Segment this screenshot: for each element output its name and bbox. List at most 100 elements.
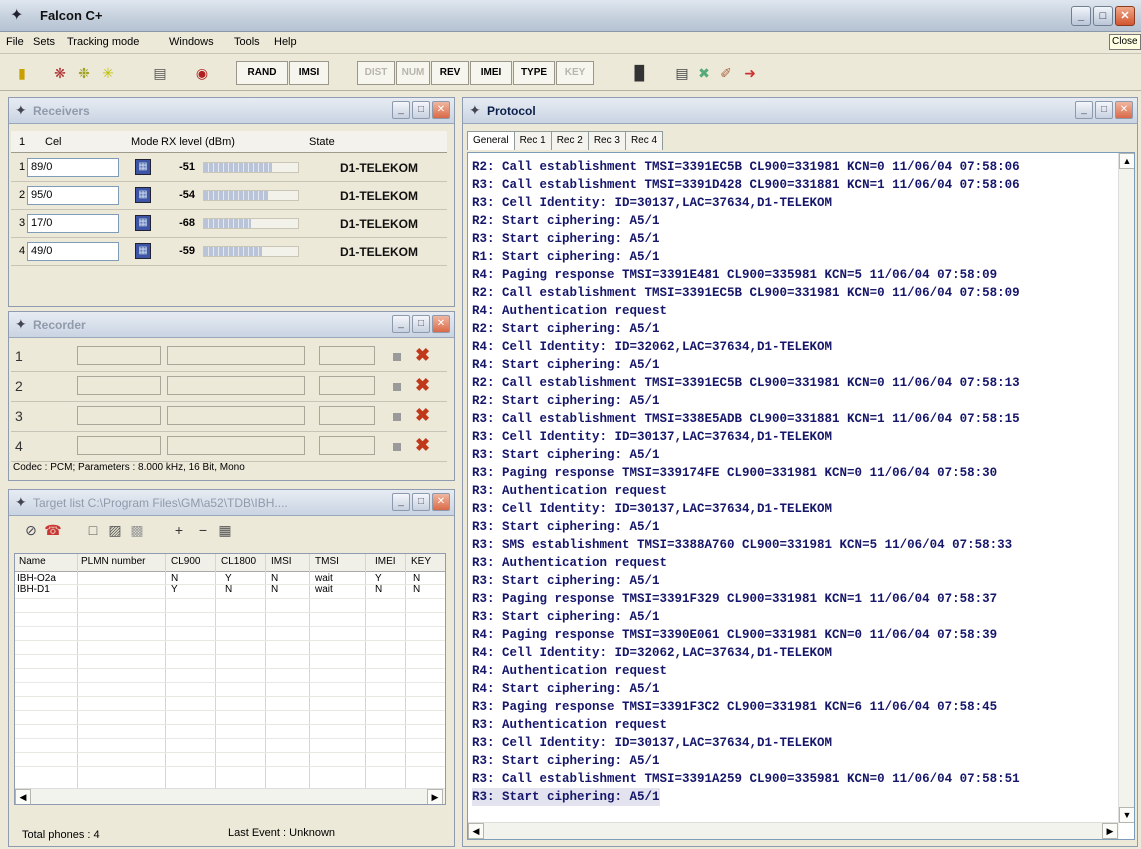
mode-icon[interactable]: ▦: [135, 187, 151, 203]
delete-icon[interactable]: ✖: [415, 406, 430, 424]
logout-icon[interactable]: ➜: [740, 63, 760, 83]
imei-button[interactable]: IMEI: [470, 61, 512, 85]
protocol-maximize-button[interactable]: □: [1095, 101, 1113, 119]
maximize-button[interactable]: □: [1093, 6, 1113, 26]
record-icon[interactable]: ◉: [192, 63, 212, 83]
imsi-button[interactable]: IMSI: [289, 61, 329, 85]
target-minimize-button[interactable]: _: [392, 493, 410, 511]
target-cell[interactable]: N: [271, 573, 278, 584]
add-icon[interactable]: +: [169, 520, 189, 540]
delete-icon[interactable]: ✖: [415, 376, 430, 394]
recorder-maximize-button[interactable]: □: [412, 315, 430, 333]
tab-rec-2[interactable]: Rec 2: [550, 131, 589, 150]
receiver-row: 2 95/0 ▦ -54 D1-TELEKOM: [11, 182, 447, 210]
target-cell[interactable]: wait: [315, 573, 333, 584]
target-cell[interactable]: Y: [171, 584, 178, 595]
track-icon[interactable]: ⊘: [21, 520, 41, 540]
receivers-maximize-button[interactable]: □: [412, 101, 430, 119]
target-table: Name PLMN number CL900 CL1800 IMSI TMSI …: [14, 553, 446, 805]
phone-icon[interactable]: ☎: [43, 520, 63, 540]
tab-rec-3[interactable]: Rec 3: [587, 131, 626, 150]
target-cell[interactable]: IBH-D1: [17, 584, 50, 595]
spark-icon[interactable]: ✳: [98, 63, 118, 83]
book-icon[interactable]: ▤: [150, 63, 170, 83]
target-cell[interactable]: N: [375, 584, 382, 595]
receiver-cell-input[interactable]: 89/0: [27, 158, 119, 177]
stop-icon[interactable]: [393, 353, 401, 361]
bar-chart-icon[interactable]: ▉: [630, 63, 650, 83]
protocol-minimize-button[interactable]: _: [1075, 101, 1093, 119]
tab-rec-1[interactable]: Rec 1: [513, 131, 552, 150]
tools-icon[interactable]: ✖: [694, 63, 714, 83]
edit-icon[interactable]: ✐: [716, 63, 736, 83]
scan-icon[interactable]: ❉: [74, 63, 94, 83]
row-divider: [15, 612, 445, 613]
target-horizontal-scrollbar[interactable]: ◀ ▶: [15, 788, 445, 804]
delete-icon[interactable]: ✖: [415, 436, 430, 454]
scroll-down-icon[interactable]: ▼: [1119, 807, 1134, 823]
key-button[interactable]: KEY: [556, 61, 594, 85]
recorder-minimize-button[interactable]: _: [392, 315, 410, 333]
protocol-vertical-scrollbar[interactable]: ▲ ▼: [1118, 153, 1134, 823]
rand-button[interactable]: RAND: [236, 61, 288, 85]
stop-icon[interactable]: [393, 443, 401, 451]
dist-button[interactable]: DIST: [357, 61, 395, 85]
tab-rec-4[interactable]: Rec 4: [624, 131, 664, 150]
log-line: R4: Authentication request: [472, 664, 668, 678]
exit-door-icon[interactable]: ▮: [12, 63, 32, 83]
target-cell[interactable]: N: [271, 584, 278, 595]
receiver-cell-input[interactable]: 49/0: [27, 242, 119, 261]
delete-icon[interactable]: ✖: [415, 346, 430, 364]
scroll-left-icon[interactable]: ◀: [15, 789, 31, 804]
remove-icon[interactable]: −: [193, 520, 213, 540]
receivers-minimize-button[interactable]: _: [392, 101, 410, 119]
minimize-button[interactable]: _: [1071, 6, 1091, 26]
recorder-close-button[interactable]: ✕: [432, 315, 450, 333]
document-icon[interactable]: ▤: [672, 63, 692, 83]
menu-sets[interactable]: Sets: [33, 36, 55, 48]
receivers-close-button[interactable]: ✕: [432, 101, 450, 119]
open-folder-icon[interactable]: ▨: [105, 520, 125, 540]
target-cell[interactable]: wait: [315, 584, 333, 595]
target-cell[interactable]: N: [171, 573, 178, 584]
menu-help[interactable]: Help: [274, 36, 297, 48]
target-cell[interactable]: N: [225, 584, 232, 595]
target-cell[interactable]: IBH-O2a: [17, 573, 56, 584]
properties-icon[interactable]: ▦: [215, 520, 235, 540]
scroll-up-icon[interactable]: ▲: [1119, 153, 1134, 169]
receiver-cell-input[interactable]: 17/0: [27, 214, 119, 233]
save-icon[interactable]: ▩: [127, 520, 147, 540]
receiver-icon[interactable]: ❋: [50, 63, 70, 83]
receiver-cell-input[interactable]: 95/0: [27, 186, 119, 205]
mode-icon[interactable]: ▦: [135, 215, 151, 231]
scroll-right-icon[interactable]: ▶: [427, 789, 443, 804]
tab-general[interactable]: General: [467, 131, 515, 150]
rev-button[interactable]: REV: [431, 61, 469, 85]
target-close-button[interactable]: ✕: [432, 493, 450, 511]
close-button[interactable]: ✕: [1115, 6, 1135, 26]
stop-icon[interactable]: [393, 383, 401, 391]
num-button[interactable]: NUM: [396, 61, 430, 85]
protocol-log[interactable]: R2: Call establishment TMSI=3391EC5B CL9…: [467, 152, 1135, 840]
new-file-icon[interactable]: □: [83, 520, 103, 540]
menu-file[interactable]: File: [6, 36, 24, 48]
target-cell[interactable]: Y: [225, 573, 232, 584]
scroll-left-icon[interactable]: ◀: [468, 823, 484, 839]
protocol-close-button[interactable]: ✕: [1115, 101, 1133, 119]
mode-icon[interactable]: ▦: [135, 159, 151, 175]
log-line: R3: Start ciphering: A5/1: [472, 610, 660, 624]
scroll-right-icon[interactable]: ▶: [1102, 823, 1118, 839]
menu-tools[interactable]: Tools: [234, 36, 260, 48]
type-button[interactable]: TYPE: [513, 61, 555, 85]
column-divider: [165, 554, 166, 804]
col-number: 1: [19, 136, 26, 148]
menu-windows[interactable]: Windows: [169, 36, 214, 48]
mode-icon[interactable]: ▦: [135, 243, 151, 259]
protocol-horizontal-scrollbar[interactable]: ◀ ▶: [468, 822, 1119, 839]
menu-tracking-mode[interactable]: Tracking mode: [67, 36, 139, 48]
target-maximize-button[interactable]: □: [412, 493, 430, 511]
target-cell[interactable]: Y: [375, 573, 382, 584]
target-cell[interactable]: N: [413, 584, 420, 595]
stop-icon[interactable]: [393, 413, 401, 421]
target-cell[interactable]: N: [413, 573, 420, 584]
